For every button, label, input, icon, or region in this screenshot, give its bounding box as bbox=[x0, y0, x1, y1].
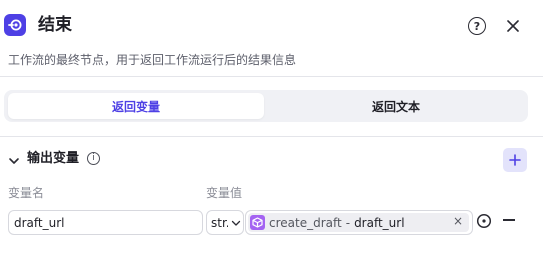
chevron-down-icon[interactable] bbox=[8, 152, 20, 164]
reference-source-node: create_draft bbox=[269, 215, 342, 230]
plugin-cube-icon bbox=[250, 215, 265, 230]
tab-return-text[interactable]: 返回文本 bbox=[268, 93, 524, 119]
variable-value-field[interactable]: create_draft - draft_url × bbox=[245, 210, 473, 235]
add-variable-button[interactable] bbox=[503, 148, 527, 172]
clear-reference-icon[interactable]: × bbox=[453, 214, 463, 228]
chevron-down-icon bbox=[231, 220, 241, 226]
column-label-value: 变量值 bbox=[206, 186, 243, 200]
plus-icon bbox=[509, 154, 521, 166]
variable-reference-chip[interactable]: create_draft - draft_url × bbox=[248, 213, 469, 232]
help-icon[interactable]: ? bbox=[468, 17, 486, 35]
mode-tabs: 返回变量 返回文本 bbox=[4, 90, 528, 122]
node-description: 工作流的最终节点，用于返回工作流运行后的结果信息 bbox=[8, 53, 297, 67]
value-type-select[interactable]: str. bbox=[206, 210, 244, 235]
variable-name-input[interactable] bbox=[8, 210, 203, 235]
tabs-divider bbox=[0, 136, 543, 137]
output-section-title: 输出变量 bbox=[27, 151, 80, 166]
node-title: 结束 bbox=[38, 15, 72, 35]
reference-separator: - bbox=[345, 215, 351, 230]
column-label-name: 变量名 bbox=[8, 186, 45, 200]
close-icon[interactable] bbox=[503, 16, 523, 36]
remove-variable-button[interactable] bbox=[503, 219, 515, 221]
end-node-icon bbox=[4, 14, 26, 36]
header-divider bbox=[0, 76, 543, 77]
reference-variable: draft_url bbox=[354, 215, 405, 230]
variable-picker-icon[interactable] bbox=[476, 213, 492, 229]
value-type-label: str. bbox=[211, 215, 228, 230]
info-icon[interactable]: i bbox=[87, 152, 100, 165]
tab-return-variables[interactable]: 返回变量 bbox=[8, 93, 264, 119]
